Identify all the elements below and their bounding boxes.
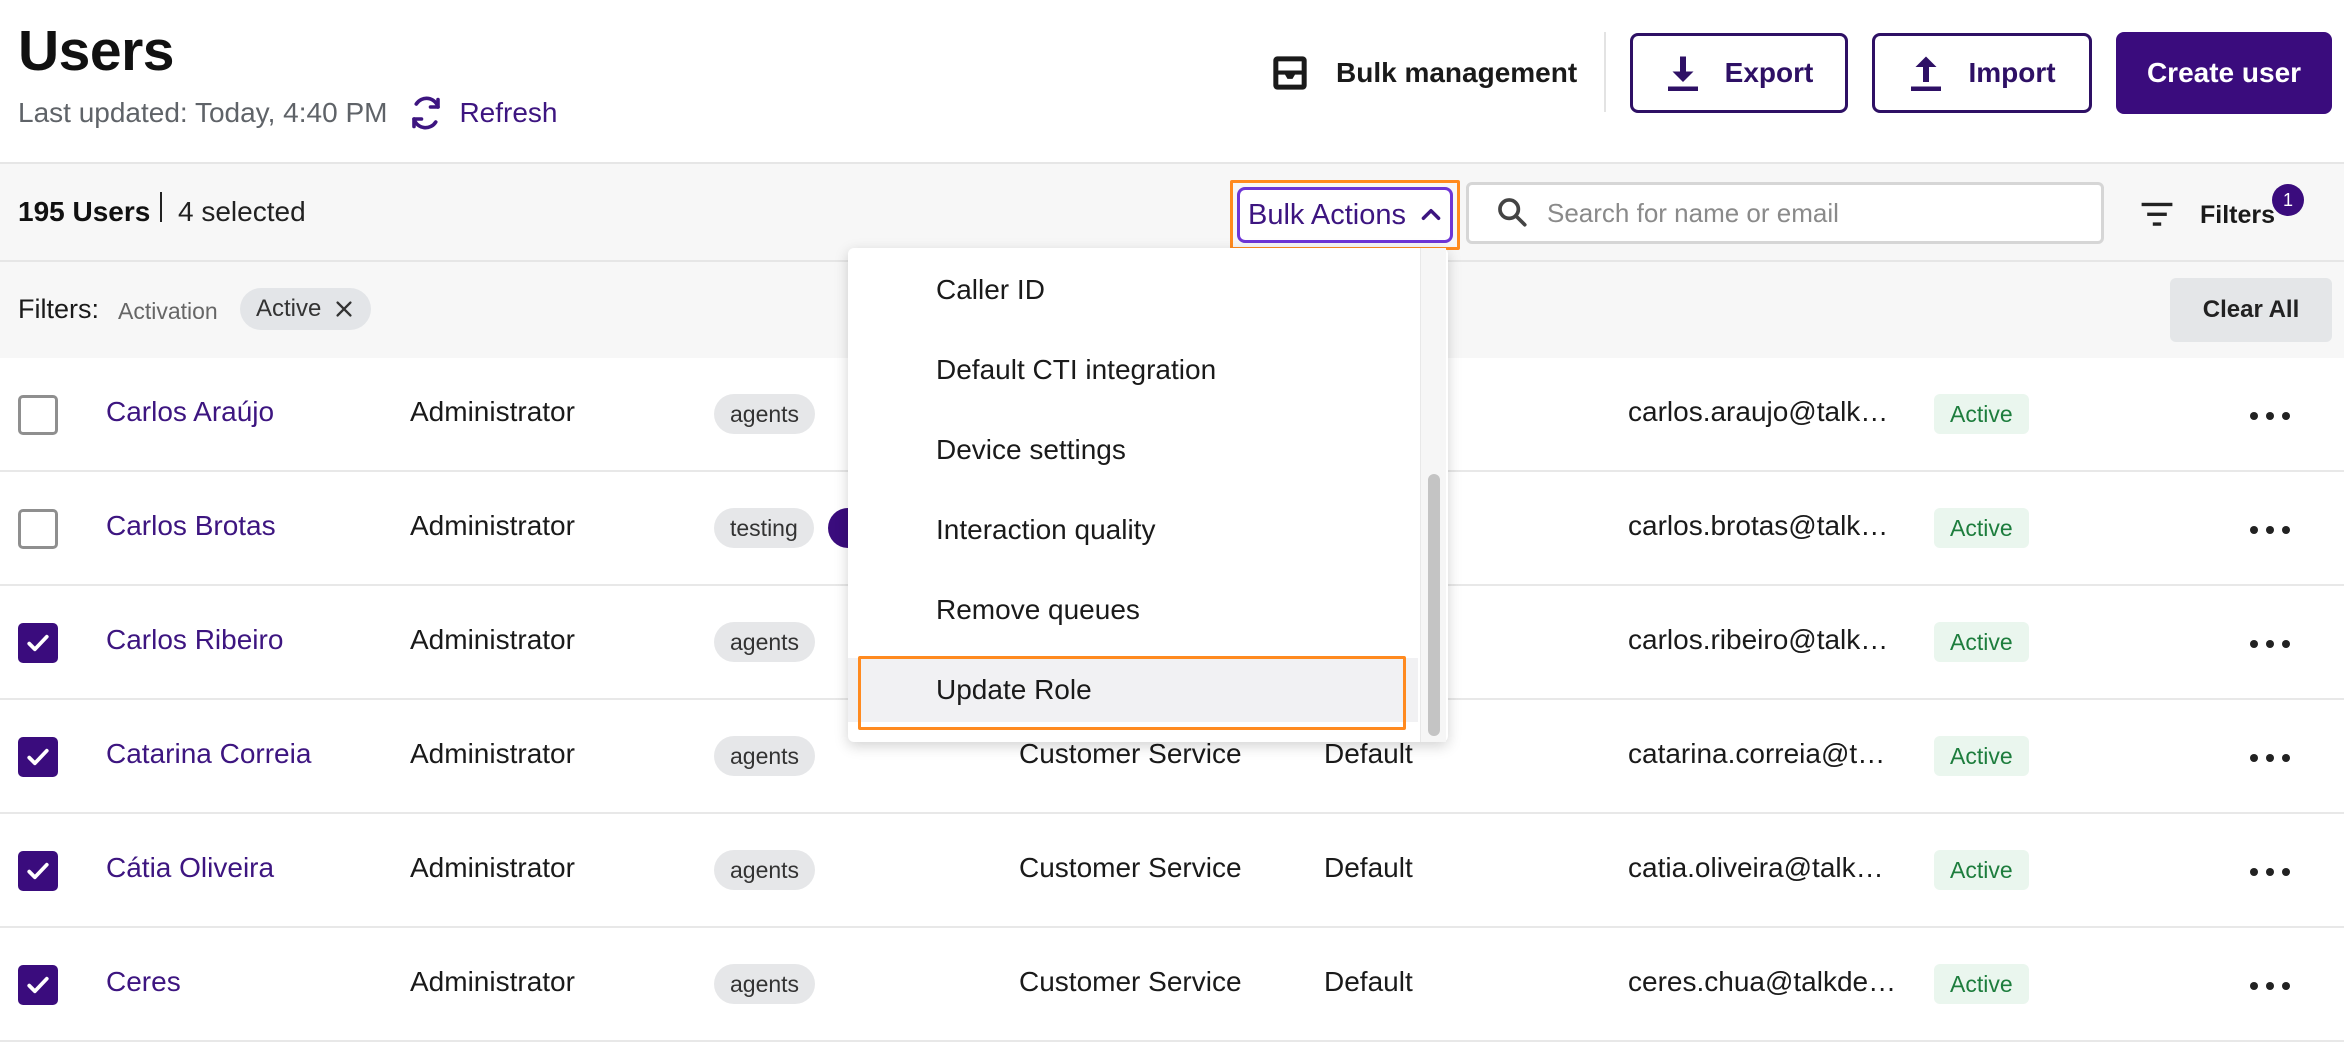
- user-team: Customer Service: [1019, 966, 1242, 997]
- filter-icon: [2140, 200, 2176, 230]
- more-options-icon[interactable]: [2250, 862, 2290, 882]
- user-team: Customer Service: [1019, 852, 1242, 883]
- user-role: Administrator: [410, 852, 575, 883]
- filter-chip-label: Active: [256, 295, 322, 322]
- bulk-actions-button[interactable]: Bulk Actions: [1237, 187, 1453, 243]
- header-divider: [1604, 32, 1606, 112]
- filters-row-label: Filters:: [18, 294, 99, 324]
- refresh-icon[interactable]: [407, 94, 445, 132]
- table-row[interactable]: Cátia Oliveira Administrator agents Cust…: [0, 814, 2344, 928]
- user-role: Administrator: [410, 738, 575, 769]
- status-badge: Active: [1934, 394, 2029, 434]
- user-role: Administrator: [410, 624, 575, 655]
- user-tag: agents: [714, 964, 816, 1004]
- user-name[interactable]: Catarina Correia: [106, 738, 311, 770]
- check-icon: [27, 976, 49, 994]
- check-icon: [27, 862, 49, 880]
- export-button[interactable]: Export: [1630, 33, 1848, 113]
- row-checkbox[interactable]: [18, 851, 58, 891]
- menu-item[interactable]: Interaction quality: [848, 498, 1418, 562]
- user-name[interactable]: Cátia Oliveira: [106, 852, 274, 884]
- filters-count-badge: 1: [2272, 184, 2304, 216]
- status-badge: Active: [1934, 622, 2029, 662]
- user-email: catia.oliveira@talkd…: [1628, 852, 1898, 883]
- menu-item[interactable]: Default CTI integration: [848, 338, 1418, 402]
- row-checkbox[interactable]: [18, 965, 58, 1005]
- export-label: Export: [1724, 57, 1814, 88]
- user-profile: Default: [1324, 852, 1413, 883]
- chevron-up-icon: [1418, 202, 1444, 228]
- more-options-icon[interactable]: [2250, 748, 2290, 768]
- user-name[interactable]: Ceres: [106, 966, 181, 998]
- clear-all-button[interactable]: Clear All: [2170, 278, 2332, 342]
- status-badge: Active: [1934, 850, 2029, 890]
- user-name[interactable]: Carlos Araújo: [106, 396, 274, 428]
- count-separator: [160, 192, 162, 222]
- user-tag: agents: [714, 736, 816, 776]
- refresh-link[interactable]: Refresh: [459, 97, 557, 129]
- menu-scrollbar-thumb[interactable]: [1428, 474, 1440, 736]
- page-title: Users: [18, 19, 174, 83]
- user-role: Administrator: [410, 966, 575, 997]
- user-count: 195 Users: [18, 196, 151, 227]
- bulk-actions-highlight: Bulk Actions: [1230, 180, 1460, 250]
- inbox-icon: [1270, 53, 1310, 93]
- status-badge: Active: [1934, 508, 2029, 548]
- menu-item[interactable]: Remove queues: [848, 578, 1418, 642]
- menu-item-highlight-frame: [858, 656, 1406, 730]
- user-team: Customer Service: [1019, 738, 1242, 769]
- bulk-management-label: Bulk management: [1336, 57, 1578, 88]
- user-tag: agents: [714, 622, 816, 662]
- bulk-actions-menu: Caller ID Default CTI integration Device s…: [848, 248, 1448, 742]
- user-tag: agents: [714, 394, 816, 434]
- import-button[interactable]: Import: [1872, 33, 2092, 113]
- status-badge: Active: [1934, 964, 2029, 1004]
- user-profile: Default: [1324, 966, 1413, 997]
- row-checkbox[interactable]: [18, 395, 58, 435]
- row-checkbox[interactable]: [18, 737, 58, 777]
- filters-label: Filters: [2200, 200, 2276, 229]
- more-options-icon[interactable]: [2250, 406, 2290, 426]
- menu-item[interactable]: Device settings: [848, 418, 1418, 482]
- user-role: Administrator: [410, 396, 575, 427]
- status-badge: Active: [1934, 736, 2029, 776]
- more-options-icon[interactable]: [2250, 634, 2290, 654]
- user-tag: testing: [714, 508, 814, 548]
- row-checkbox[interactable]: [18, 623, 58, 663]
- selected-count: 4 selected: [178, 196, 306, 227]
- filter-field-name: Activation: [118, 298, 218, 324]
- user-tag: agents: [714, 850, 816, 890]
- filter-chip-active: Active: [240, 288, 372, 330]
- table-row[interactable]: Ceres Administrator agents Customer Serv…: [0, 928, 2344, 1042]
- download-icon: [1665, 53, 1701, 93]
- user-email: catarina.correia@ta…: [1628, 738, 1898, 769]
- bulk-actions-label: Bulk Actions: [1248, 198, 1406, 231]
- last-updated-text: Last updated: Today, 4:40 PM: [18, 97, 388, 128]
- more-options-icon[interactable]: [2250, 520, 2290, 540]
- user-role: Administrator: [410, 510, 575, 541]
- user-profile: Default: [1324, 738, 1413, 769]
- more-options-icon[interactable]: [2250, 976, 2290, 996]
- check-icon: [27, 748, 49, 766]
- create-user-button[interactable]: Create user: [2116, 32, 2332, 114]
- user-email: carlos.brotas@talk…: [1628, 510, 1889, 541]
- menu-item[interactable]: Caller ID: [848, 258, 1418, 322]
- user-name[interactable]: Carlos Brotas: [106, 510, 276, 542]
- upload-icon: [1908, 53, 1944, 93]
- search-field[interactable]: [1466, 182, 2104, 244]
- last-updated-row: Last updated: Today, 4:40 PM Refresh: [18, 94, 558, 132]
- search-icon: [1495, 195, 1531, 231]
- search-input[interactable]: [1547, 197, 2087, 229]
- bulk-management-button[interactable]: Bulk management: [1270, 52, 1577, 94]
- check-icon: [27, 634, 49, 652]
- import-label: Import: [1968, 57, 2056, 88]
- row-checkbox[interactable]: [18, 509, 58, 549]
- user-name[interactable]: Carlos Ribeiro: [106, 624, 283, 656]
- user-email: ceres.chua@talkde…: [1628, 966, 1897, 997]
- users-toolbar: 195 Users 4 selected Bulk Actions Filter…: [0, 162, 2344, 262]
- user-email: carlos.ribeiro@talk…: [1628, 624, 1889, 655]
- filters-button[interactable]: Filters: [2140, 200, 2275, 230]
- user-email: carlos.araujo@talk…: [1628, 396, 1889, 427]
- close-icon[interactable]: [333, 298, 355, 320]
